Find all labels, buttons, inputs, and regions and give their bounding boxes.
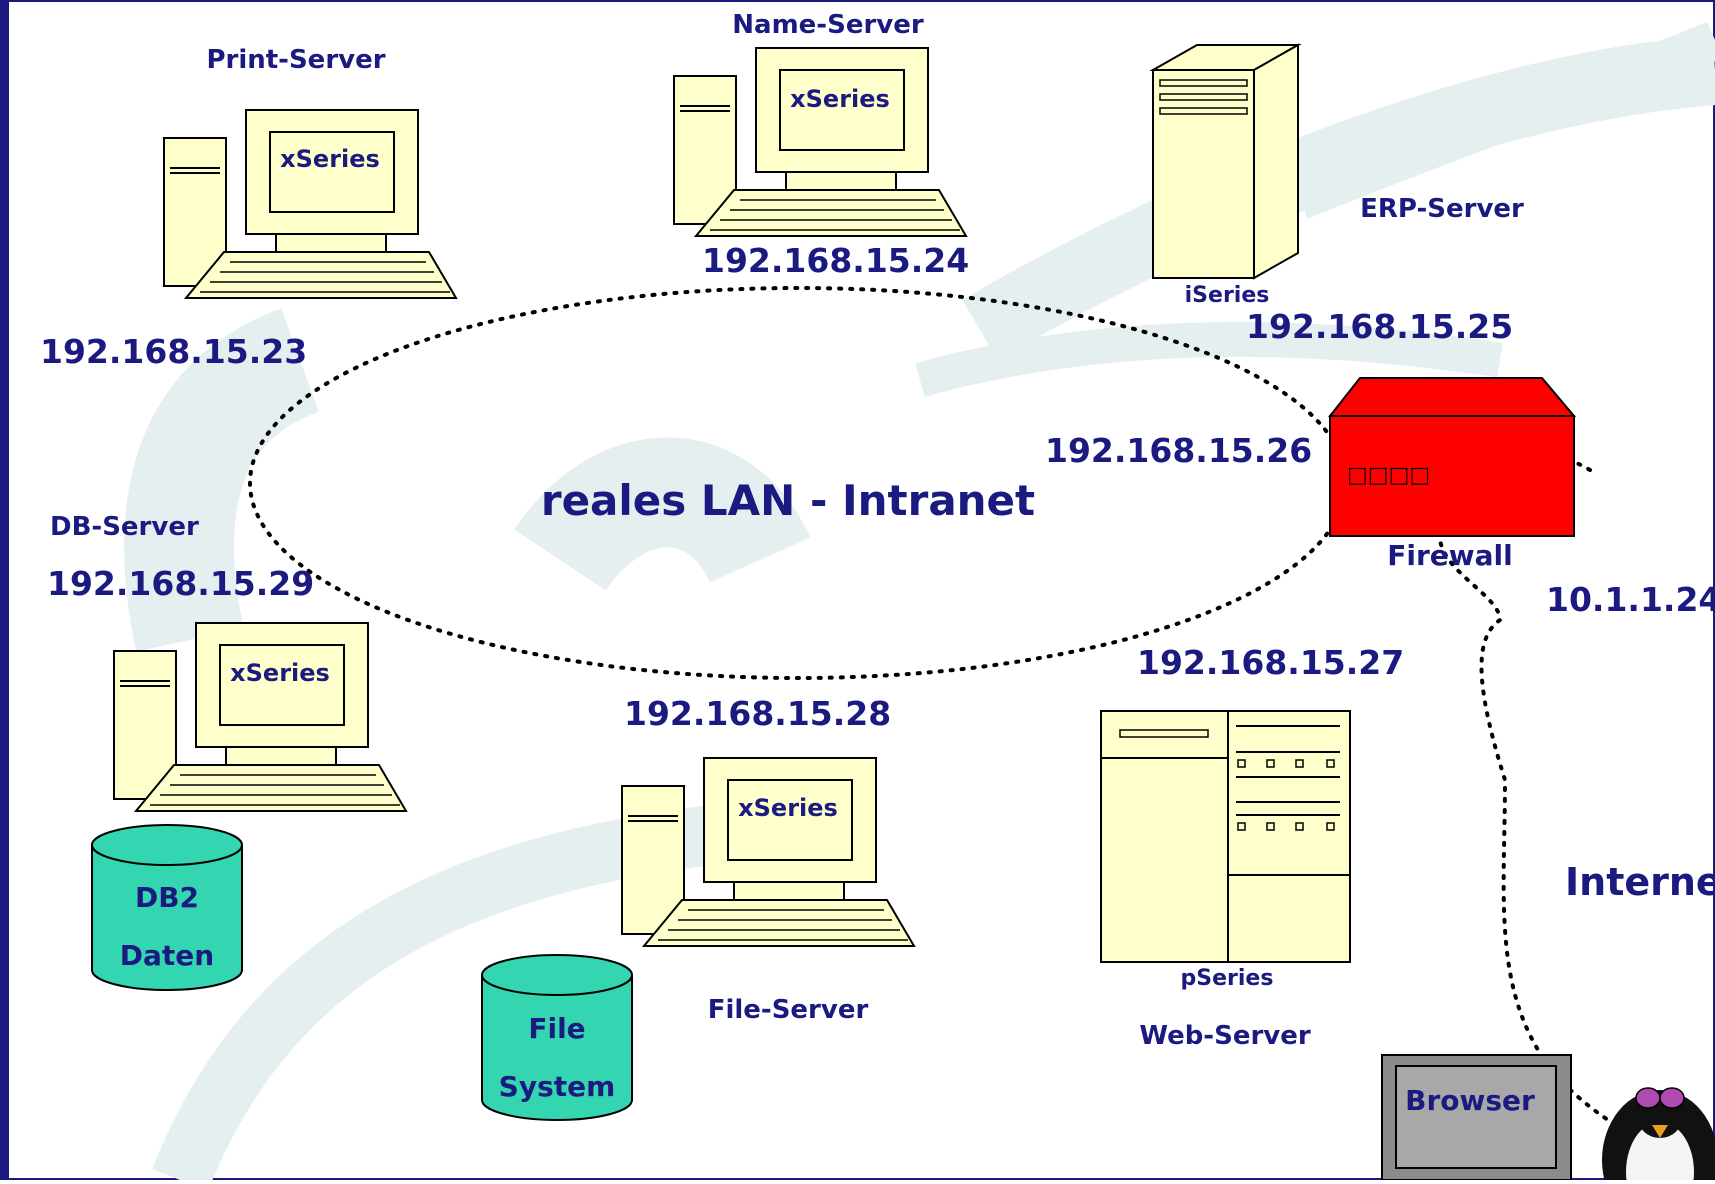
penguin-icon: [1602, 1087, 1715, 1184]
web-server-rack: [1100, 710, 1351, 963]
file-system-line1: File: [528, 1012, 585, 1045]
lan-label: reales LAN - Intranet: [541, 476, 1035, 525]
name-server-role: Name-Server: [732, 10, 924, 40]
firewall-device: [1327, 377, 1577, 537]
firewall-indicators: □□□□: [1347, 463, 1430, 488]
internet-label: Interne: [1565, 860, 1715, 904]
db-server-computer: [113, 622, 407, 812]
print-server-ip: 192.168.15.23: [40, 332, 307, 371]
erp-server-series: iSeries: [1185, 283, 1270, 308]
external-ip: 10.1.1.24: [1546, 580, 1715, 619]
network-diagram: xSeries Print-Server 192.168.15.23 xSeri…: [0, 0, 1715, 1184]
name-server-ip: 192.168.15.24: [702, 241, 969, 280]
db2-storage-line2: Daten: [120, 939, 214, 972]
erp-server-ip: 192.168.15.25: [1246, 307, 1513, 346]
browser-window: [1381, 1054, 1572, 1181]
name-server-computer: [673, 47, 967, 237]
file-server-ip: 192.168.15.28: [624, 694, 891, 733]
web-server-ip: 192.168.15.27: [1137, 643, 1404, 682]
db-server-series: xSeries: [230, 659, 330, 687]
web-server-series: pSeries: [1181, 966, 1274, 991]
file-server-series: xSeries: [738, 794, 838, 822]
file-server-computer: [621, 757, 915, 947]
print-server-series: xSeries: [280, 145, 380, 173]
print-server-computer: [163, 109, 457, 299]
db-server-ip: 192.168.15.29: [47, 564, 314, 603]
file-system-line2: System: [499, 1070, 616, 1103]
db2-storage-line1: DB2: [135, 881, 199, 914]
firewall-role: Firewall: [1387, 539, 1512, 572]
db-server-role: DB-Server: [50, 512, 199, 542]
file-server-role: File-Server: [708, 995, 869, 1025]
print-server-role: Print-Server: [206, 45, 385, 75]
name-server-series: xSeries: [790, 85, 890, 113]
erp-server-role: ERP-Server: [1360, 194, 1524, 224]
erp-server-tower: [1149, 43, 1302, 280]
browser-label: Browser: [1405, 1084, 1535, 1117]
web-server-role: Web-Server: [1139, 1021, 1311, 1051]
firewall-ip: 192.168.15.26: [1045, 431, 1312, 470]
